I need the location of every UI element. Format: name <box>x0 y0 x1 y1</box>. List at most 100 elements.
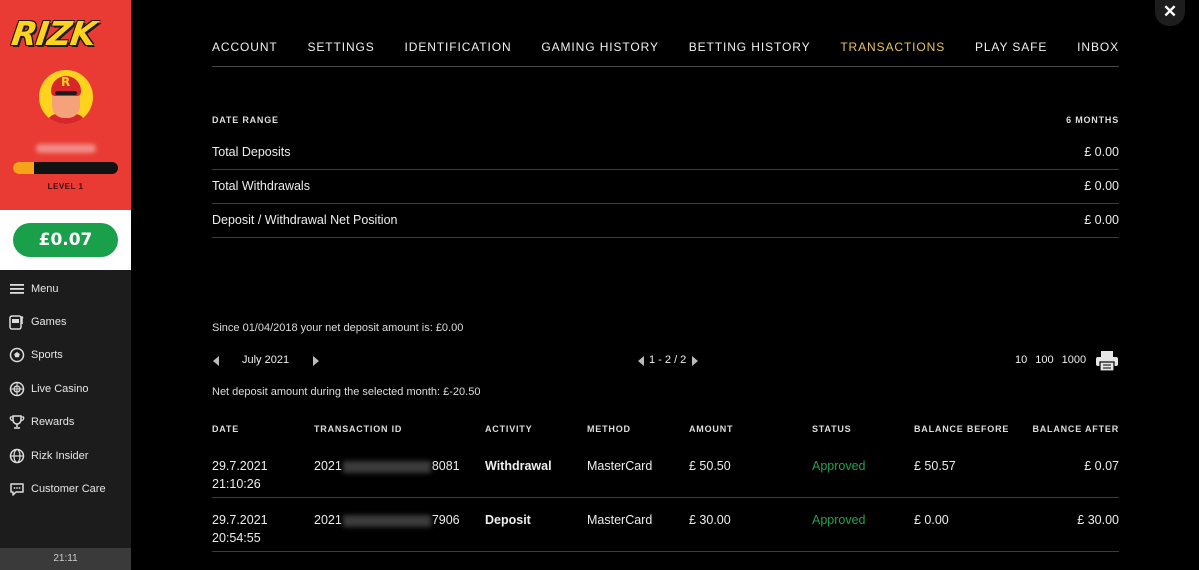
cell-date: 29.7.2021 20:54:55 <box>212 511 268 547</box>
summary-value: £ 0.00 <box>1084 145 1119 159</box>
redacted-id <box>342 460 431 473</box>
sidebar-item-games[interactable]: Games <box>0 305 131 338</box>
sidebar-item-label: Rewards <box>31 416 75 429</box>
time-value: 20:54:55 <box>212 531 261 545</box>
cell-method: MasterCard <box>587 459 653 473</box>
summary-row-total-deposits: Total Deposits £ 0.00 <box>212 134 1119 170</box>
id-suffix: 8081 <box>431 459 460 473</box>
avatar[interactable]: R <box>39 70 93 124</box>
balance-panel: £0.07 <box>0 210 131 270</box>
level-label: LEVEL 1 <box>47 182 84 191</box>
header-activity: ACTIVITY <box>485 424 533 434</box>
date-range-label: DATE RANGE <box>212 115 279 125</box>
summary-row-net-position: Deposit / Withdrawal Net Position £ 0.00 <box>212 202 1119 238</box>
username-blurred <box>36 144 96 153</box>
date-range-header: DATE RANGE 6 MONTHS <box>212 110 1119 136</box>
net-deposit-month-text: Net deposit amount during the selected m… <box>212 386 481 398</box>
page-size-options: 10 100 1000 <box>1015 354 1086 366</box>
date-value: 29.7.2021 <box>212 513 268 527</box>
net-deposit-since-text: Since 01/04/2018 your net deposit amount… <box>212 322 464 334</box>
cell-amount: £ 30.00 <box>689 513 731 527</box>
sidebar-nav: Menu Games Sports Live Casino Rewards Ri… <box>0 272 131 506</box>
profile-panel: RIZK R LEVEL 1 <box>0 0 131 210</box>
sidebar-item-rewards[interactable]: Rewards <box>0 406 131 439</box>
next-page-arrow-icon[interactable] <box>692 356 698 366</box>
cell-balance-before: £ 50.57 <box>914 459 956 473</box>
prev-page-arrow-icon[interactable] <box>638 356 644 366</box>
trophy-icon <box>8 414 25 431</box>
cell-amount: £ 50.50 <box>689 459 731 473</box>
globe-icon <box>8 447 25 464</box>
page-size-10[interactable]: 10 <box>1015 354 1027 366</box>
sidebar-item-rizk-insider[interactable]: Rizk Insider <box>0 439 131 472</box>
month-pager-row: July 2021 1 - 2 / 2 10 100 1000 <box>212 349 1119 373</box>
page-size-1000[interactable]: 1000 <box>1062 354 1086 366</box>
football-icon <box>8 347 25 364</box>
sidebar-item-sports[interactable]: Sports <box>0 339 131 372</box>
close-button[interactable]: ✕ <box>1155 0 1185 26</box>
header-method: METHOD <box>587 424 631 434</box>
cell-balance-before: £ 0.00 <box>914 513 949 527</box>
page-size-100[interactable]: 100 <box>1035 354 1053 366</box>
next-month-arrow-icon[interactable] <box>313 356 319 366</box>
sidebar-item-customer-care[interactable]: Customer Care <box>0 472 131 505</box>
cell-status: Approved <box>812 513 866 527</box>
table-row: 29.7.2021 20:54:55 2021 7906 Deposit Mast… <box>212 498 1119 552</box>
summary-value: £ 0.00 <box>1084 179 1119 193</box>
sidebar-item-label: Customer Care <box>31 483 106 496</box>
sidebar-item-menu[interactable]: Menu <box>0 272 131 305</box>
sidebar: RIZK R LEVEL 1 £0.07 Menu Games Sports L… <box>0 0 131 570</box>
id-prefix: 2021 <box>314 459 342 473</box>
tab-betting-history[interactable]: BETTING HISTORY <box>689 40 811 66</box>
cell-transaction-id: 2021 7906 <box>314 511 460 529</box>
cell-activity: Withdrawal <box>485 459 552 473</box>
id-prefix: 2021 <box>314 513 342 527</box>
tab-account[interactable]: ACCOUNT <box>212 40 278 66</box>
tab-settings[interactable]: SETTINGS <box>307 40 374 66</box>
sidebar-item-live-casino[interactable]: Live Casino <box>0 372 131 405</box>
header-balance-before: BALANCE BEFORE <box>914 424 1010 434</box>
cell-balance-after: £ 30.00 <box>1077 513 1119 527</box>
sidebar-item-label: Sports <box>31 349 63 362</box>
month-label: July 2021 <box>242 354 290 366</box>
slot-machine-icon <box>8 314 25 331</box>
header-balance-after: BALANCE AFTER <box>1032 424 1119 434</box>
header-status: STATUS <box>812 424 852 434</box>
chat-icon <box>8 481 25 498</box>
rizk-logo[interactable]: RIZK <box>9 14 98 53</box>
tab-identification[interactable]: IDENTIFICATION <box>405 40 512 66</box>
time-value: 21:10:26 <box>212 477 261 491</box>
cell-method: MasterCard <box>587 513 653 527</box>
summary-value: £ 0.00 <box>1084 213 1119 227</box>
table-row: 29.7.2021 21:10:26 2021 8081 Withdrawal M… <box>212 444 1119 498</box>
id-suffix: 7906 <box>431 513 460 527</box>
summary-label: Total Deposits <box>212 145 291 159</box>
header-transaction-id: TRANSACTION ID <box>314 424 403 434</box>
printer-icon[interactable] <box>1095 349 1119 373</box>
tab-inbox[interactable]: INBOX <box>1077 40 1119 66</box>
prev-month-arrow-icon[interactable] <box>213 356 219 366</box>
cell-activity: Deposit <box>485 513 531 527</box>
sidebar-item-label: Menu <box>31 282 59 295</box>
tab-transactions[interactable]: TRANSACTIONS <box>840 40 945 66</box>
summary-section: DATE RANGE 6 MONTHS Total Deposits £ 0.0… <box>212 110 1119 238</box>
account-tabs: ACCOUNT SETTINGS IDENTIFICATION GAMING H… <box>212 40 1119 67</box>
tab-gaming-history[interactable]: GAMING HISTORY <box>541 40 659 66</box>
table-header: DATE TRANSACTION ID ACTIVITY METHOD AMOU… <box>212 422 1119 444</box>
cell-status: Approved <box>812 459 866 473</box>
redacted-id <box>342 514 431 527</box>
cell-balance-after: £ 0.07 <box>1084 459 1119 473</box>
balance-button[interactable]: £0.07 <box>13 223 118 257</box>
cell-date: 29.7.2021 21:10:26 <box>212 457 268 493</box>
date-value: 29.7.2021 <box>212 459 268 473</box>
transactions-table: DATE TRANSACTION ID ACTIVITY METHOD AMOU… <box>212 422 1119 552</box>
tab-play-safe[interactable]: PLAY SAFE <box>975 40 1047 66</box>
level-progress-bar <box>13 162 118 174</box>
sidebar-item-label: Live Casino <box>31 382 89 395</box>
summary-row-total-withdrawals: Total Withdrawals £ 0.00 <box>212 168 1119 204</box>
sidebar-item-label: Games <box>31 316 67 329</box>
sidebar-item-label: Rizk Insider <box>31 449 89 462</box>
date-range-value[interactable]: 6 MONTHS <box>1066 110 1119 136</box>
header-amount: AMOUNT <box>689 424 734 434</box>
clock: 21:11 <box>0 548 131 570</box>
